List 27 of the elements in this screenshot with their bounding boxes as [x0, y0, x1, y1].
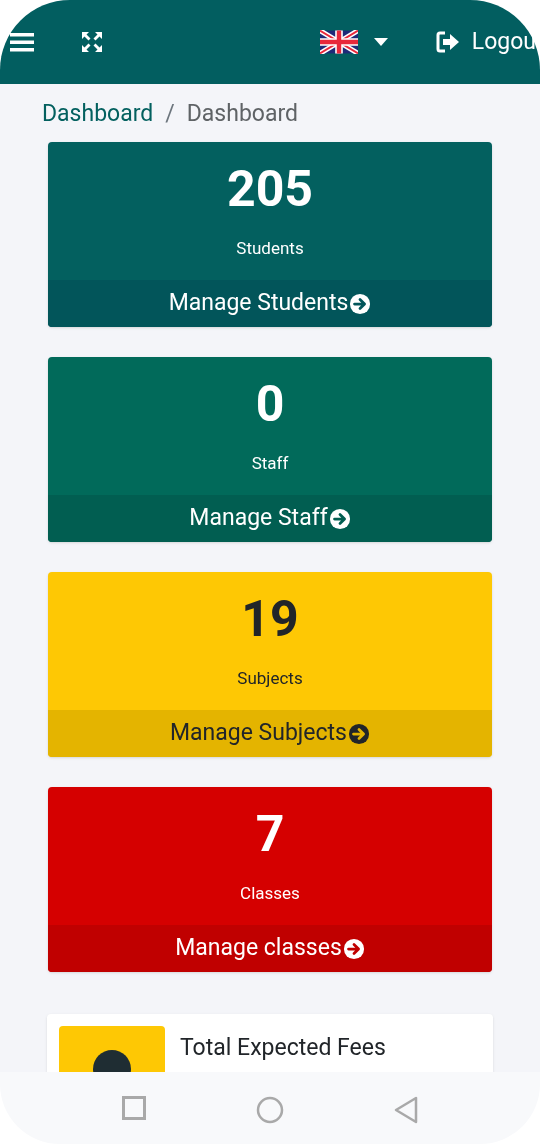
arrow-right-icon [328, 507, 351, 530]
menu-icon[interactable] [10, 32, 34, 52]
logout-icon [435, 31, 460, 53]
breadcrumb-link[interactable]: Dashboard [42, 96, 154, 132]
manage-link[interactable]: Manage classes [48, 925, 492, 972]
arrow-right-icon [348, 722, 370, 745]
stat-label: Classes [240, 882, 300, 905]
logout-button[interactable]: Logou [435, 24, 536, 60]
fullscreen-icon[interactable] [80, 30, 104, 54]
stat-value: 0 [255, 374, 285, 435]
stat-value: 7 [255, 804, 285, 865]
caret-icon [373, 38, 388, 46]
stat-value: 19 [241, 589, 299, 650]
manage-link[interactable]: Manage Students [48, 280, 492, 327]
breadcrumb-separator: / [165, 98, 175, 129]
flag-icon [319, 30, 358, 54]
manage-link[interactable]: Manage Staff [48, 495, 492, 542]
arrow-right-icon [349, 292, 372, 315]
breadcrumb-current: Dashboard [186, 98, 298, 129]
stat-label: Staff [251, 452, 289, 475]
stat-label: Subjects [237, 667, 303, 690]
stat-value: 205 [226, 159, 314, 220]
language-dropdown[interactable] [319, 30, 388, 54]
stat-label: Students [236, 237, 304, 260]
arrow-right-icon [342, 937, 365, 960]
info-box-title: Total Expected Fees [180, 1035, 386, 1061]
manage-link[interactable]: Manage Subjects [48, 710, 492, 757]
